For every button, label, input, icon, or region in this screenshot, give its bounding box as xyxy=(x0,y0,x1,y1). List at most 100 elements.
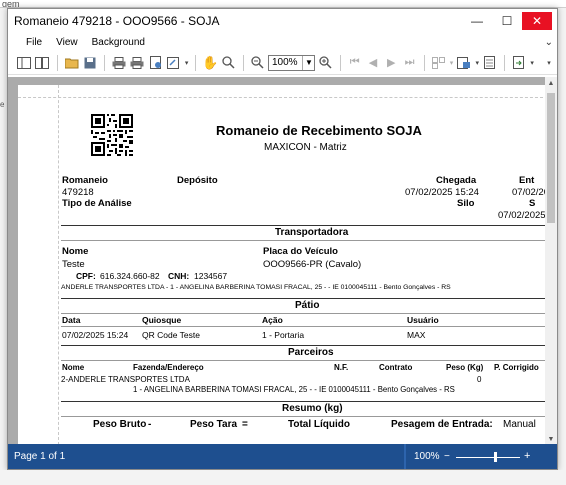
previous-page-icon[interactable]: ◀ xyxy=(365,54,381,72)
section-divider xyxy=(61,298,548,299)
transportadora-nome-label: Nome xyxy=(62,246,89,257)
patio-row-acao: 1 - Portaria xyxy=(262,330,305,340)
toolbar-overflow-icon[interactable]: ▾ xyxy=(541,54,557,72)
cnh-label: CNH: xyxy=(168,271,190,281)
patio-header: Pátio xyxy=(295,300,320,311)
parceiros-header: Parceiros xyxy=(288,347,334,358)
transportadora-header: Transportadora xyxy=(275,227,349,238)
minimize-button[interactable]: — xyxy=(462,10,492,32)
section-divider xyxy=(61,313,548,314)
scale-dropdown-arrow-icon[interactable]: ▾ xyxy=(184,54,189,72)
section-divider xyxy=(61,345,548,346)
thumbnails-icon[interactable] xyxy=(34,54,50,72)
column-s-label: S xyxy=(529,198,536,209)
first-page-icon[interactable]: ⏮ xyxy=(347,54,363,72)
section-divider xyxy=(61,225,548,226)
parceiros-col-nome: Nome xyxy=(62,363,85,372)
menu-bar: File View Background ⌄ xyxy=(8,33,557,51)
transportadora-address: ANDERLE TRANSPORTES LTDA - 1 - ANGELINA … xyxy=(61,284,451,291)
toolbar-separator xyxy=(56,54,58,71)
transportadora-nome-value: Teste xyxy=(62,259,85,270)
toolbar-separator xyxy=(423,54,425,71)
toolbar: ▾ ✋ 100% ▼ ⏮ ◀ ▶ ⏭ ▾ ▾ ▾ ▾ xyxy=(8,51,557,75)
margin-guide xyxy=(58,85,59,445)
background-color-icon[interactable] xyxy=(456,54,472,72)
tipo-analise-label: Tipo de Análise xyxy=(62,198,132,209)
romaneio-label: Romaneio xyxy=(62,175,108,186)
silo-label: Silo xyxy=(457,198,475,209)
zoom-slider-handle[interactable] xyxy=(494,451,497,462)
section-divider xyxy=(61,416,548,417)
outline-icon[interactable] xyxy=(16,54,32,72)
peso-tara-label: Peso Tara xyxy=(190,419,238,430)
romaneio-value: 479218 xyxy=(62,187,94,198)
minus-sign: - xyxy=(148,419,152,430)
section-divider xyxy=(61,401,548,402)
placa-label: Placa do Veículo xyxy=(263,246,338,257)
save-icon[interactable] xyxy=(82,54,98,72)
last-page-icon[interactable]: ⏭ xyxy=(401,54,417,72)
parceiros-col-nf: N.F. xyxy=(334,363,349,372)
export-dropdown-arrow-icon[interactable]: ▾ xyxy=(529,54,534,72)
zoom-slider-minus-icon[interactable]: − xyxy=(444,451,450,462)
toolbar-separator xyxy=(339,54,341,71)
parceiros-col-contrato: Contrato xyxy=(379,363,413,372)
zoom-select[interactable]: 100% ▼ xyxy=(267,54,316,71)
cnh-value: 1234567 xyxy=(194,271,228,281)
export-icon[interactable] xyxy=(511,54,527,72)
background-window-edge: e xyxy=(0,100,5,109)
patio-col-acao: Ação xyxy=(262,315,283,325)
page-indicator: Page 1 of 1 xyxy=(14,451,66,462)
zoom-out-icon[interactable] xyxy=(250,54,266,72)
margin-guide xyxy=(18,97,548,98)
toolbar-separator xyxy=(195,54,197,71)
column-s-value: 07/02/2025 xyxy=(498,210,546,221)
zoom-slider-plus-icon[interactable]: + xyxy=(524,450,530,462)
menu-view[interactable]: View xyxy=(48,37,84,48)
toolbar-separator xyxy=(504,54,506,71)
open-icon[interactable] xyxy=(63,54,79,72)
background-window-fragment: gem xyxy=(0,0,566,8)
title-bar: Romaneio 479218 - OOO9566 - SOJA — ☐ ✕ xyxy=(8,9,557,33)
page-setup-icon[interactable] xyxy=(147,54,163,72)
background-window-bottom xyxy=(0,470,566,485)
patio-col-data: Data xyxy=(62,315,81,325)
next-page-icon[interactable]: ▶ xyxy=(383,54,399,72)
report-subtitle: MAXICON - Matriz xyxy=(264,142,347,153)
parceiros-row-nome: 2-ANDERLE TRANSPORTES LTDA xyxy=(61,375,190,384)
multiple-pages-icon[interactable] xyxy=(431,54,447,72)
report-viewer[interactable]: Romaneio de Recebimento SOJA MAXICON - M… xyxy=(8,77,557,445)
section-divider xyxy=(61,360,548,361)
maximize-button[interactable]: ☐ xyxy=(492,10,522,32)
close-button[interactable]: ✕ xyxy=(522,12,552,30)
report-title: Romaneio de Recebimento SOJA xyxy=(216,123,422,138)
magnifier-icon[interactable] xyxy=(221,54,237,72)
menu-background[interactable]: Background xyxy=(84,37,151,48)
scrollbar-thumb[interactable] xyxy=(547,93,555,223)
menu-file[interactable]: File xyxy=(18,37,48,48)
hand-tool-icon[interactable]: ✋ xyxy=(202,54,218,72)
zoom-slider[interactable]: − + xyxy=(444,450,532,463)
parceiros-row-address: 1 - ANGELINA BARBERINA TOMASI FRACAL, 25… xyxy=(133,385,455,394)
zoom-in-icon[interactable] xyxy=(317,54,333,72)
chegada-label: Chegada xyxy=(436,175,477,186)
scroll-up-arrow-icon[interactable]: ▲ xyxy=(545,77,557,89)
chegada-value: 07/02/2025 15:24 xyxy=(405,187,479,198)
background-dropdown-arrow-icon[interactable]: ▾ xyxy=(475,54,480,72)
parceiros-row-peso: 0 xyxy=(477,375,482,384)
scale-icon[interactable] xyxy=(166,54,182,72)
window-title: Romaneio 479218 - OOO9566 - SOJA xyxy=(14,14,220,28)
menu-overflow-icon[interactable]: ⌄ xyxy=(545,37,553,48)
print-icon[interactable] xyxy=(111,54,127,72)
quick-print-icon[interactable] xyxy=(129,54,145,72)
chevron-down-icon[interactable]: ▼ xyxy=(302,55,314,70)
peso-bruto-label: Peso Bruto xyxy=(93,419,147,430)
patio-col-usuario: Usuário xyxy=(407,315,439,325)
zoom-slider-track[interactable] xyxy=(456,456,520,458)
status-bar: Page 1 of 1 100% − + xyxy=(8,444,557,469)
vertical-scrollbar[interactable]: ▲ ▼ xyxy=(545,77,557,445)
deposito-label: Depósito xyxy=(177,175,218,186)
multiple-pages-dropdown-arrow-icon[interactable]: ▾ xyxy=(449,54,454,72)
watermark-icon[interactable] xyxy=(482,54,498,72)
toolbar-separator xyxy=(242,54,244,71)
